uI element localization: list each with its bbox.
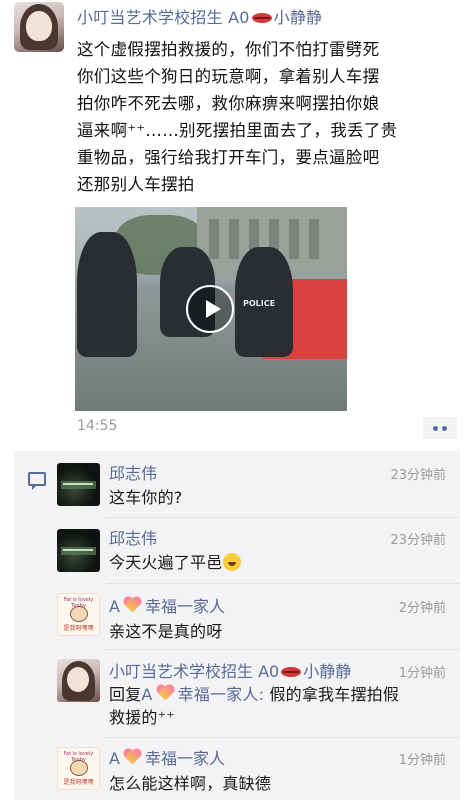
comment-text: 这车你的?	[109, 488, 183, 507]
commenter-name-prefix: A	[109, 749, 120, 768]
author-name[interactable]: 小叮当艺术学校招生 A0 小静静	[77, 4, 322, 28]
commenter-name-suffix: 幸福一家人	[144, 597, 225, 616]
lips-icon	[281, 666, 302, 677]
reply-text-line1: 假的拿我车摆拍假	[264, 685, 400, 704]
commenter-name[interactable]: 邱志伟	[109, 460, 157, 484]
divider	[106, 649, 460, 650]
police-label: POLICE	[243, 299, 276, 308]
comment-item[interactable]: 小叮当艺术学校招生 A0 小静静 1分钟前 回复A 幸福一家人: 假的拿我车摆拍假 …	[14, 649, 460, 737]
post-text: 这个虚假摆拍救援的，你们不怕打雷劈死 你们这些个狗日的玩意啊，拿着别人车摆 拍你…	[77, 40, 398, 194]
comment-item[interactable]: 邱志伟 23分钟前 这车你的?	[14, 451, 460, 515]
divider	[106, 737, 460, 738]
comment-time: 2分钟前	[398, 601, 446, 616]
author-name-suffix: 小静静	[273, 8, 323, 27]
comments-section: 邱志伟 23分钟前 这车你的? 邱志伟 23分钟前 今天火遍了平邑 Fat is…	[14, 451, 460, 800]
comment-text: 今天火遍了平邑	[109, 551, 242, 574]
more-dot-icon	[442, 426, 447, 431]
reply-text-line2: 救援的⁺⁺	[109, 708, 175, 727]
commenter-name[interactable]: 小叮当艺术学校招生 A0 小静静	[109, 658, 351, 682]
comment-item[interactable]: Fat is lovely Tenby 是我呀嘿嘿 A 幸福一家人 1分钟前 怎么…	[14, 737, 460, 800]
reply-to-name-suffix[interactable]: 幸福一家人:	[178, 685, 265, 704]
commenter-avatar[interactable]	[57, 529, 100, 572]
comment-time: 1分钟前	[398, 753, 446, 768]
smiling-face-icon	[70, 760, 88, 776]
divider	[106, 583, 460, 584]
heart-icon	[123, 597, 142, 614]
commenter-name[interactable]: A 幸福一家人	[109, 745, 225, 769]
author-avatar[interactable]	[14, 2, 64, 52]
more-dot-icon	[433, 426, 438, 431]
commenter-name-prefix: 小叮当艺术学校招生 A0	[109, 662, 280, 681]
comment-text: 怎么能这样啊，真缺德	[109, 774, 272, 793]
comment-item[interactable]: 邱志伟 23分钟前 今天火遍了平邑	[14, 517, 460, 583]
avatar-caption-bottom: 是我呀嘿嘿	[63, 625, 94, 632]
comment-time: 23分钟前	[390, 533, 446, 548]
smiling-face-icon	[70, 606, 88, 622]
commenter-avatar[interactable]	[57, 463, 100, 506]
play-icon[interactable]	[186, 285, 234, 333]
commenter-avatar[interactable]	[57, 659, 100, 702]
commenter-name-suffix: 小静静	[303, 662, 352, 681]
reply-word: 回复	[109, 685, 142, 704]
video-thumbnail[interactable]: POLICE	[75, 207, 347, 411]
moments-post: 小叮当艺术学校招生 A0 小静静 这个虚假摆拍救援的，你们不怕打雷劈死 你们这些个…	[0, 0, 475, 444]
commenter-name[interactable]: A 幸福一家人	[109, 593, 225, 617]
heart-icon	[156, 685, 175, 702]
commenter-name-suffix: 幸福一家人	[144, 749, 225, 768]
lips-icon	[251, 12, 272, 23]
heart-icon	[123, 749, 142, 766]
comment-time: 23分钟前	[390, 468, 446, 483]
commenter-name[interactable]: 邱志伟	[109, 525, 157, 549]
comment-text: 回复A 幸福一家人: 假的拿我车摆拍假 救援的⁺⁺	[109, 683, 449, 729]
comment-item[interactable]: Fat is lovely Tenby 是我呀嘿嘿 A 幸福一家人 2分钟前 亲这…	[14, 583, 460, 649]
commenter-avatar[interactable]: Fat is lovely Tenby 是我呀嘿嘿	[57, 747, 100, 790]
commenter-name-prefix: A	[109, 597, 120, 616]
divider	[106, 517, 460, 518]
post-time: 14:55	[77, 418, 118, 434]
avatar-caption-bottom: 是我呀嘿嘿	[63, 779, 94, 786]
comment-time: 1分钟前	[398, 666, 446, 681]
laughing-emoji-icon	[223, 552, 242, 571]
reply-to-name-prefix[interactable]: A	[141, 685, 152, 704]
more-options-button[interactable]	[423, 417, 457, 439]
comment-text: 亲这不是真的呀	[109, 622, 223, 641]
author-name-prefix: 小叮当艺术学校招生 A0	[77, 8, 250, 27]
comment-text-body: 今天火遍了平邑	[109, 553, 223, 572]
commenter-avatar[interactable]: Fat is lovely Tenby 是我呀嘿嘿	[57, 593, 100, 636]
